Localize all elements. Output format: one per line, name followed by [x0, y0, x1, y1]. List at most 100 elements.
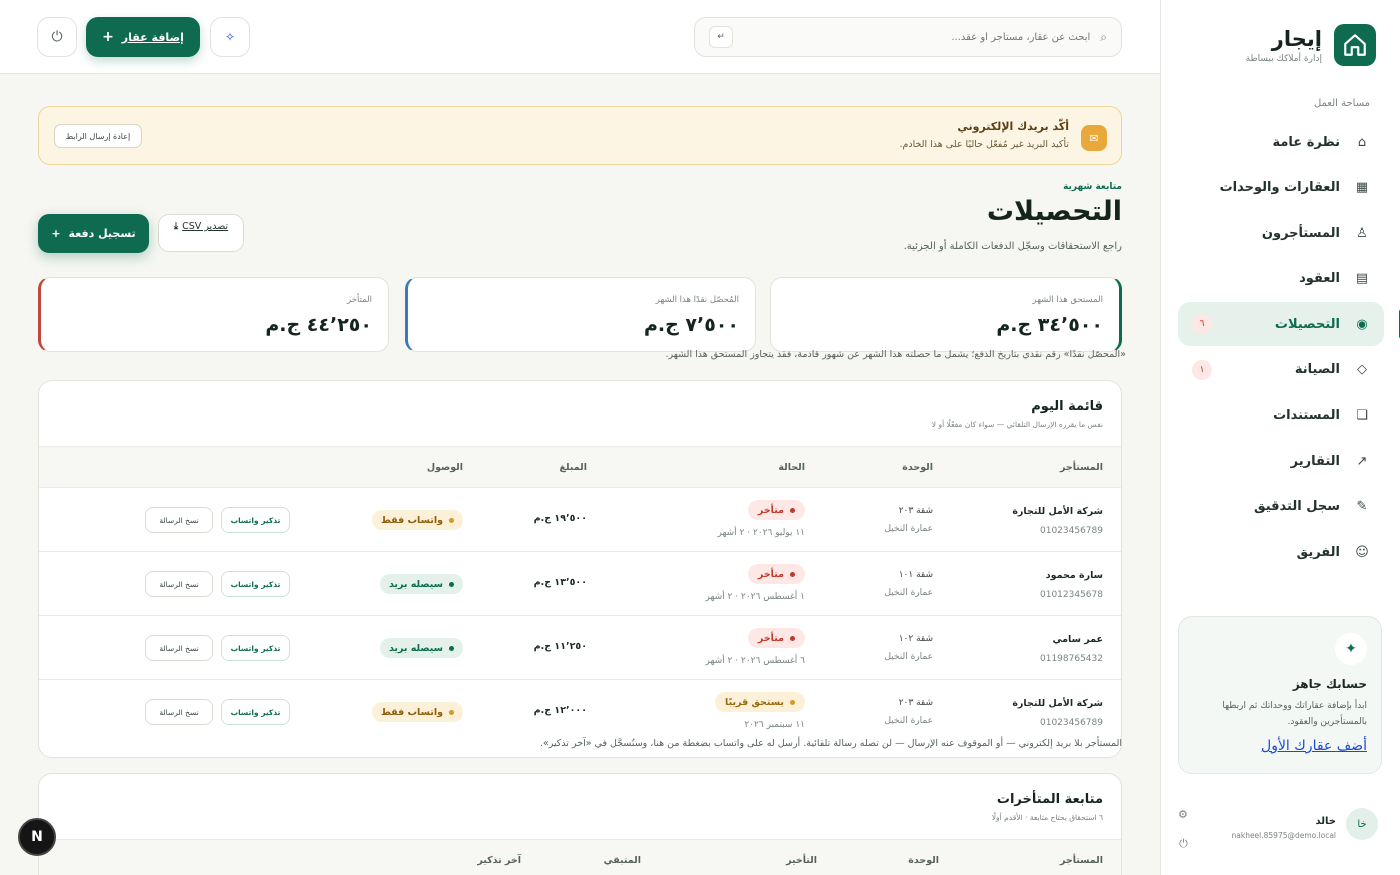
table-row: شركة الأمل للتجارة 01023456789 شقة ٢٠٣ ع… — [39, 680, 1121, 744]
sidebar-item-overview[interactable]: ⌂ نظرة عامة — [1178, 120, 1384, 164]
brand-tagline: إدارة أملاكك ببساطة — [1245, 54, 1322, 64]
settings-icon[interactable]: ⚙ — [1178, 808, 1188, 821]
export-csv-button[interactable]: تصدير CSV ⤓ — [158, 214, 244, 252]
sidebar-item-collections[interactable]: ◉ التحصيلات ٦ — [1178, 302, 1400, 347]
sidebar-item-label: نظرة عامة — [1272, 134, 1340, 150]
due-date: ١١ سبتمبر ٢٠٢٦ — [744, 720, 805, 730]
user-name: خالد — [1315, 816, 1337, 827]
copy-message-button[interactable]: نسخ الرسالة — [145, 699, 213, 725]
sidebar-item-maintenance[interactable]: ◇ الصيانة ١ — [1178, 348, 1384, 392]
sidebar-item-documents[interactable]: ❏ المستندات — [1178, 394, 1384, 438]
status-badge: متأخر — [747, 564, 805, 584]
export-label: تصدير CSV — [182, 221, 229, 232]
status-label: متأخر — [757, 504, 784, 516]
copy-message-button[interactable]: نسخ الرسالة — [145, 507, 213, 533]
sparkle-icon: ✦ — [1335, 633, 1367, 665]
today-table-header: المستأجر الوحدة الحالة المبلغ الوصول — [39, 446, 1121, 488]
col-last-reminder: آخر تذكير — [477, 855, 521, 866]
theme-toggle-button[interactable]: ✧ — [210, 17, 250, 57]
reach-badge: واتساب فقط — [371, 702, 463, 722]
sidebar-item-label: المستأجرون — [1261, 225, 1340, 241]
stat-collected-this-month: المُحصّل نقدًا هذا الشهر ٧٬٥٠٠ ج.م — [405, 277, 756, 352]
today-subtitle: نفس ما يقرره الإرسال التلقائي — سواء كان… — [931, 420, 1103, 429]
whatsapp-remind-button[interactable]: تذكير واتساب — [221, 699, 290, 725]
stat-label: المستحق هذا الشهر — [1032, 295, 1103, 305]
amount: ١١٬٢٥٠ ج.م — [533, 641, 587, 652]
col-tenant: المستأجر — [1059, 462, 1103, 473]
power-icon: ⏻ — [51, 29, 63, 45]
page-subtitle: راجع الاستحقاقات وسجّل الدفعات الكاملة أ… — [903, 241, 1122, 252]
unit-number: شقة ١٠٢ — [898, 634, 933, 644]
table-row: عمر سامي 01198765432 شقة ١٠٢ عمارة النخي… — [39, 616, 1121, 680]
enter-key-hint: ↵ — [709, 26, 733, 48]
copy-message-button[interactable]: نسخ الرسالة — [145, 635, 213, 661]
overdue-table-header: المستأجر الوحدة التأخير المتبقي آخر تذكي… — [39, 839, 1121, 875]
add-first-property-link[interactable]: أضف عقارك الأول — [1193, 738, 1367, 754]
reach-label: سيصله بريد — [388, 578, 443, 590]
tenant-phone: 01023456789 — [1040, 718, 1103, 728]
building-name: عمارة النخيل — [884, 716, 933, 726]
sidebar-item-label: التقارير — [1290, 453, 1340, 469]
today-title: قائمة اليوم — [1031, 399, 1103, 414]
logout-icon[interactable]: ⏻ — [1178, 837, 1188, 851]
tenant-name: عمر سامي — [1052, 634, 1103, 645]
whatsapp-remind-button[interactable]: تذكير واتساب — [221, 507, 290, 533]
sidebar-item-label: المستندات — [1273, 408, 1340, 424]
tenant-phone: 01012345678 — [1040, 590, 1103, 600]
user-profile: خا خالد nakheel.85975@demo.local ⚙ ⏻ — [1178, 808, 1378, 850]
status-badge: متأخر — [747, 628, 805, 648]
col-unit: الوحدة — [908, 855, 939, 866]
sidebar-item-properties[interactable]: ▦ العقارات والوحدات — [1178, 166, 1384, 210]
resend-link-button[interactable]: إعادة إرسال الرابط — [54, 124, 142, 148]
stat-value: ٧٬٥٠٠ ج.م — [643, 314, 739, 336]
sidebar-item-label: التحصيلات — [1274, 316, 1340, 332]
alert-title: أكّد بريدك الإلكتروني — [957, 120, 1069, 133]
avatar[interactable]: خا — [1346, 808, 1378, 840]
email-verify-alert: ✉ أكّد بريدك الإلكتروني تأكيد البريد غير… — [38, 106, 1122, 165]
col-remaining: المتبقي — [603, 855, 641, 866]
status-badge: متأخر — [747, 500, 805, 520]
whatsapp-remind-button[interactable]: تذكير واتساب — [221, 571, 290, 597]
add-property-button[interactable]: إضافة عقار + — [86, 17, 200, 57]
plus-icon: + — [102, 29, 114, 45]
amount: ١٣٬٥٠٠ ج.م — [533, 577, 587, 588]
folder-icon: ❏ — [1356, 408, 1368, 424]
search-input[interactable] — [733, 31, 1091, 43]
overdue-subtitle: ٦ استحقاق يحتاج متابعة · الأقدم أولًا — [991, 813, 1103, 822]
stat-label: المُحصّل نقدًا هذا الشهر — [655, 295, 739, 305]
search-box[interactable]: ⌕ ↵ — [694, 17, 1122, 57]
sidebar-item-label: سجل التدقيق — [1254, 499, 1340, 515]
add-property-label: إضافة عقار — [121, 30, 184, 44]
sidebar: إيجار إدارة أملاكك ببساطة مساحة العمل ⌂ … — [1160, 0, 1400, 875]
sidebar-item-audit-log[interactable]: ✎ سجل التدقيق — [1178, 485, 1384, 529]
page-eyebrow: متابعة شهرية — [1063, 182, 1122, 192]
stat-value: ٤٤٬٢٥٠ ج.م — [265, 314, 372, 336]
search-icon: ⌕ — [1100, 29, 1107, 44]
dev-tools-button[interactable]: N — [18, 818, 56, 856]
power-button[interactable]: ⏻ — [37, 17, 77, 57]
ready-card-desc: ابدأ بإضافة عقاراتك ووحداتك ثم اربطها با… — [1222, 701, 1367, 727]
pen-icon: ✎ — [1356, 499, 1368, 515]
building-name: عمارة النخيل — [884, 588, 933, 598]
reach-label: سيصله بريد — [388, 642, 443, 654]
stat-overdue: المتأخر ٤٤٬٢٥٠ ج.م — [38, 277, 389, 352]
tenant-phone: 01023456789 — [1040, 526, 1103, 536]
team-icon: ☺ — [1355, 544, 1369, 560]
plus-icon: + — [51, 227, 61, 240]
whatsapp-remind-button[interactable]: تذكير واتساب — [221, 635, 290, 661]
stat-due-this-month: المستحق هذا الشهر ٣٤٬٥٠٠ ج.م — [770, 277, 1122, 352]
diamond-icon: ◇ — [1357, 362, 1367, 378]
copy-message-button[interactable]: نسخ الرسالة — [145, 571, 213, 597]
tenant-name: شركة الأمل للتجارة — [1012, 698, 1103, 709]
sidebar-item-contracts[interactable]: ▤ العقود — [1178, 257, 1384, 301]
tenant-name: شركة الأمل للتجارة — [1012, 506, 1103, 517]
brand[interactable]: إيجار إدارة أملاكك ببساطة — [1246, 24, 1376, 66]
mail-icon: ✉ — [1081, 125, 1107, 151]
sidebar-item-tenants[interactable]: ♙ المستأجرون — [1178, 211, 1384, 255]
target-icon: ◉ — [1356, 316, 1368, 332]
record-payment-button[interactable]: تسجيل دفعة + — [38, 214, 149, 253]
sidebar-item-team[interactable]: ☺ الفريق — [1178, 530, 1384, 574]
sidebar-item-reports[interactable]: ↗ التقارير — [1178, 439, 1384, 483]
sidebar-item-label: العقارات والوحدات — [1219, 180, 1340, 196]
today-list-card: قائمة اليوم نفس ما يقرره الإرسال التلقائ… — [38, 380, 1122, 758]
